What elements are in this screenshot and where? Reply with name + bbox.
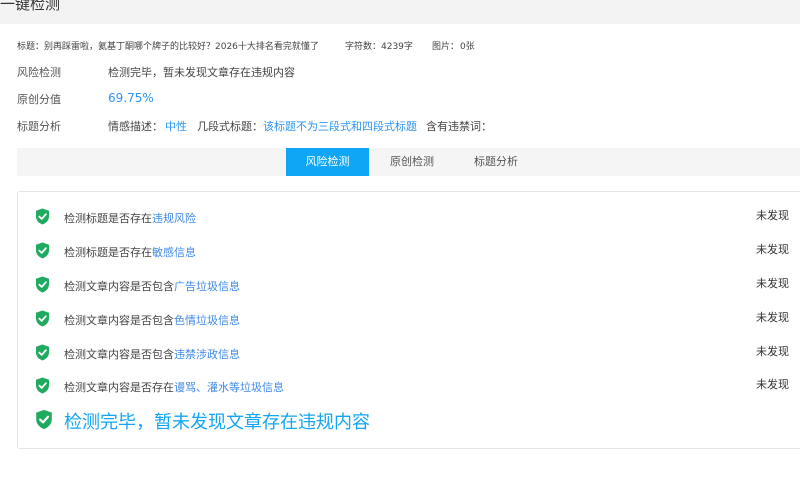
segments-value: 该标题不为三段式和四段式标题 xyxy=(263,120,417,133)
check-link[interactable]: 谩骂、灌水等垃圾信息 xyxy=(174,381,284,394)
header-bar: 一键检测 xyxy=(0,0,800,24)
check-row-title-violation: 检测标题是否存在违规风险 未发现 xyxy=(18,208,800,228)
check-description: 检测标题是否存在敏感信息 xyxy=(64,246,196,259)
check-row-ad-spam: 检测文章内容是否包含广告垃圾信息 未发现 xyxy=(18,276,800,296)
char-count-value: 4239字 xyxy=(381,42,413,52)
check-link[interactable]: 违规风险 xyxy=(152,212,196,225)
sentiment-value: 中性 xyxy=(165,120,187,133)
tab-risk-check[interactable]: 风险检测 xyxy=(286,148,369,176)
char-count-label: 字符数： xyxy=(345,42,382,52)
check-description: 检测标题是否存在违规风险 xyxy=(64,212,196,225)
shield-check-icon xyxy=(36,242,49,259)
risk-label: 风险检测 xyxy=(17,66,61,79)
check-status: 未发现 xyxy=(756,345,789,358)
page-title: 一键检测 xyxy=(0,0,61,13)
check-link[interactable]: 违禁涉政信息 xyxy=(174,348,240,361)
check-row-porn-spam: 检测文章内容是否包含色情垃圾信息 未发现 xyxy=(18,310,800,330)
shield-check-icon xyxy=(36,377,49,394)
check-status: 未发现 xyxy=(756,378,789,391)
image-count-value: 0张 xyxy=(460,42,475,52)
check-description: 检测文章内容是否包含广告垃圾信息 xyxy=(64,280,240,293)
check-status: 未发现 xyxy=(756,209,789,222)
check-description: 检测文章内容是否包含违禁涉政信息 xyxy=(64,348,240,361)
check-status: 未发现 xyxy=(756,311,789,324)
summary-text: 检测完毕，暂未发现文章存在违规内容 xyxy=(64,412,370,433)
sentiment-label: 情感描述： xyxy=(108,120,163,133)
check-row-title-sensitive: 检测标题是否存在敏感信息 未发现 xyxy=(18,242,800,262)
tab-bar: 风险检测 原创检测 标题分析 xyxy=(17,148,800,176)
image-count-label: 图片： xyxy=(432,42,460,52)
tab-title-analysis[interactable]: 标题分析 xyxy=(458,148,534,176)
title-analysis-label: 标题分析 xyxy=(17,120,61,133)
banned-words-label: 含有违禁词： xyxy=(426,120,492,133)
shield-check-icon xyxy=(36,310,49,327)
originality-score: 69.75% xyxy=(108,91,154,105)
check-status: 未发现 xyxy=(756,243,789,256)
shield-check-icon xyxy=(36,208,49,225)
shield-check-icon xyxy=(36,409,52,430)
segments-label: 几段式标题： xyxy=(197,120,263,133)
check-link[interactable]: 色情垃圾信息 xyxy=(174,314,240,327)
check-link[interactable]: 敏感信息 xyxy=(152,246,196,259)
check-description: 检测文章内容是否存在谩骂、灌水等垃圾信息 xyxy=(64,381,284,394)
check-description: 检测文章内容是否包含色情垃圾信息 xyxy=(64,314,240,327)
check-status: 未发现 xyxy=(756,277,789,290)
article-title-value: 别再踩雷啦，氦基丁酮哪个牌子的比较好？2026十大排名看完就懂了 xyxy=(44,42,319,52)
tab-originality-check[interactable]: 原创检测 xyxy=(376,148,448,176)
shield-check-icon xyxy=(36,344,49,361)
risk-check-card: 检测标题是否存在违规风险 未发现 检测标题是否存在敏感信息 未发现 检测文章内容… xyxy=(17,191,800,449)
check-summary: 检测完毕，暂未发现文章存在违规内容 xyxy=(18,406,800,436)
check-link[interactable]: 广告垃圾信息 xyxy=(174,280,240,293)
originality-label: 原创分值 xyxy=(17,93,61,106)
check-row-political: 检测文章内容是否包含违禁涉政信息 未发现 xyxy=(18,344,800,364)
article-title-label: 标题： xyxy=(17,42,45,52)
risk-value: 检测完毕，暂未发现文章存在违规内容 xyxy=(108,66,295,79)
check-row-abuse-flood: 检测文章内容是否存在谩骂、灌水等垃圾信息 未发现 xyxy=(18,377,800,397)
shield-check-icon xyxy=(36,276,49,293)
